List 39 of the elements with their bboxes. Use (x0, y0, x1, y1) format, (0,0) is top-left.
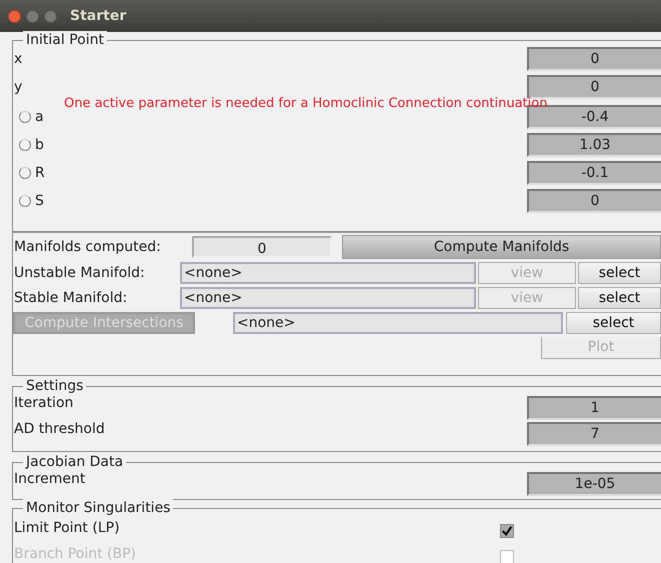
checkbox-label: Limit Point (LP) (13, 520, 121, 536)
radio-icon[interactable] (19, 139, 31, 151)
value-field[interactable]: 7 (527, 422, 661, 446)
value-field[interactable]: 0 (527, 189, 661, 213)
group-title: Monitor Singularities (23, 499, 174, 517)
parameter-label: R (35, 165, 45, 181)
compute-manifolds-button[interactable]: Compute Manifolds (342, 235, 661, 259)
group-title: Settings (23, 377, 86, 395)
variable-label: y (13, 79, 22, 95)
variable-label: x (13, 51, 22, 67)
value-field[interactable]: 1 (527, 396, 661, 420)
close-button[interactable] (8, 10, 21, 22)
field-label: Stable Manifold: (13, 290, 128, 306)
maximize-button[interactable] (44, 10, 57, 22)
value-field[interactable]: 1.03 (527, 133, 661, 157)
field-label: Unstable Manifold: (13, 264, 146, 280)
radio-icon[interactable] (19, 111, 31, 123)
manifold-field[interactable]: <none> (180, 262, 476, 284)
parameter-label: a (35, 109, 44, 125)
radio-icon[interactable] (19, 195, 31, 207)
radio-icon[interactable] (19, 167, 31, 179)
setting-label: Iteration (13, 395, 74, 411)
group-title: Jacobian Data (23, 453, 126, 471)
count-field: 0 (192, 236, 332, 258)
value-field[interactable]: 0 (527, 75, 661, 99)
setting-label: AD threshold (13, 421, 105, 437)
value-field[interactable]: 1e-05 (527, 472, 661, 496)
field-label: Manifolds computed: (13, 239, 162, 255)
parameter-label: b (35, 137, 44, 153)
window-title: Starter (70, 8, 126, 24)
minimize-button[interactable] (26, 10, 39, 22)
value-field[interactable]: 0 (527, 47, 661, 71)
select-button[interactable]: select (578, 262, 661, 284)
parameter-label: S (35, 193, 44, 209)
setting-label: Increment (13, 471, 86, 487)
value-field[interactable]: -0.1 (527, 161, 661, 185)
manifold-field[interactable]: <none> (180, 286, 476, 308)
select-button[interactable]: select (578, 286, 661, 308)
checkbox[interactable] (500, 524, 514, 538)
